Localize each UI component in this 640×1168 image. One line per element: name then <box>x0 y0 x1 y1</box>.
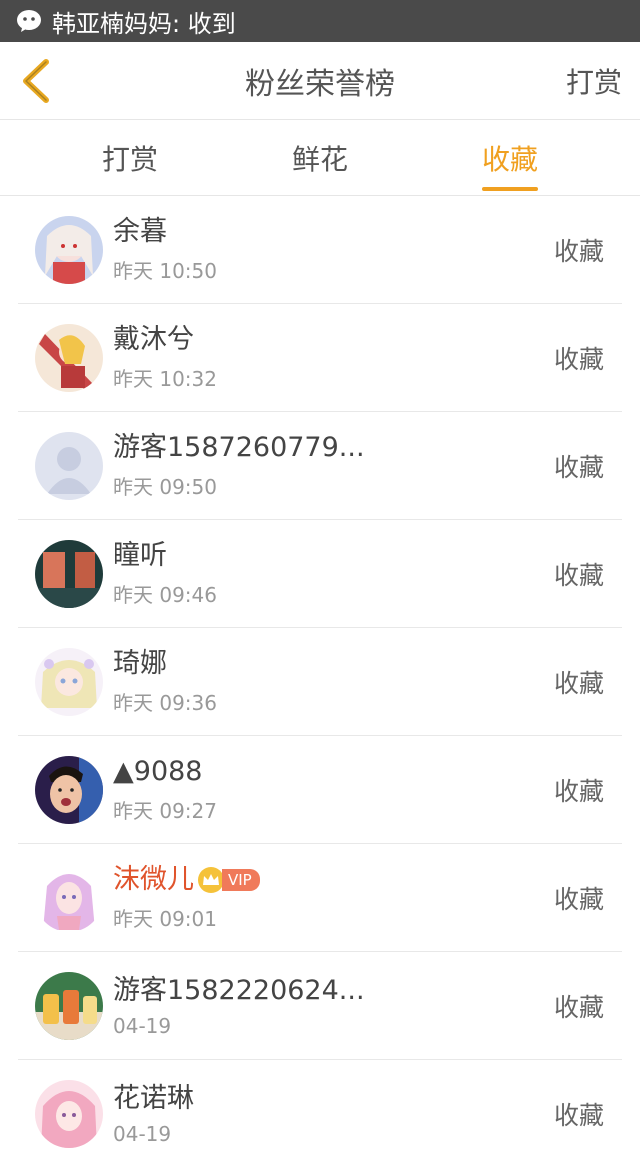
page-title: 粉丝荣誉榜 <box>245 66 395 102</box>
fan-time: 04-19 <box>113 1013 172 1038</box>
list-item[interactable]: 游客1582220624... 04-19 收藏 <box>18 952 622 1060</box>
avatar[interactable] <box>35 755 103 824</box>
wechat-icon <box>14 6 44 36</box>
fan-name-row: 沫微儿 VIP <box>113 863 554 897</box>
avatar[interactable] <box>35 215 103 284</box>
fan-info: 游客1582220624... 04-19 <box>113 974 554 1038</box>
tab-favorites-label: 收藏 <box>481 142 538 176</box>
fan-name: 沫微儿 <box>113 864 194 895</box>
fan-time: 昨天 10:50 <box>113 259 217 283</box>
fan-info: 花诺琳 04-19 <box>113 1082 554 1146</box>
list-item[interactable]: 游客1587260779... 昨天 09:50 收藏 <box>18 412 622 520</box>
fan-time: 昨天 09:50 <box>113 475 217 499</box>
chevron-left-icon <box>23 59 49 103</box>
avatar[interactable] <box>35 323 103 392</box>
list-item[interactable]: 瞳听 昨天 09:46 收藏 <box>18 520 622 628</box>
action-label: 收藏 <box>553 452 604 482</box>
action-label: 收藏 <box>553 668 604 698</box>
fan-time: 昨天 09:01 <box>113 907 217 931</box>
fan-time: 昨天 09:46 <box>113 583 217 607</box>
active-tab-indicator <box>482 187 538 191</box>
tab-reward[interactable]: 打赏 <box>0 120 260 195</box>
notification-text: 韩亚楠妈妈: 收到 <box>52 9 236 38</box>
fan-time: 昨天 10:32 <box>113 367 217 391</box>
list-item[interactable]: 戴沐兮 昨天 10:32 收藏 <box>18 304 622 412</box>
fan-name: 游客1582220624... <box>113 974 365 1006</box>
tab-reward-label: 打赏 <box>101 142 158 176</box>
vip-badge: VIP <box>198 867 260 893</box>
list-item[interactable]: 沫微儿 VIP 昨天 09:01 收藏 <box>18 844 622 952</box>
fan-info: 余暮 昨天 10:50 <box>113 215 554 284</box>
fan-name: 瞳听 <box>113 540 167 571</box>
fan-time: 04-19 <box>113 1122 172 1146</box>
list-item[interactable]: 余暮 昨天 10:50 收藏 <box>18 196 622 304</box>
fan-info: ▲9088 昨天 09:27 <box>113 755 554 824</box>
action-label: 收藏 <box>553 236 604 266</box>
fan-name: 戴沐兮 <box>113 324 194 355</box>
reward-button[interactable]: 打赏 <box>566 42 622 120</box>
action-label: 收藏 <box>553 344 604 374</box>
top-nav-bar: 粉丝荣誉榜 打赏 <box>0 42 640 120</box>
tab-favorites[interactable]: 收藏 <box>380 120 640 195</box>
action-label: 收藏 <box>553 560 604 590</box>
fan-name: 花诺琳 <box>113 1083 194 1114</box>
fan-name: 琦娜 <box>113 648 167 679</box>
list-item[interactable]: ▲9088 昨天 09:27 收藏 <box>18 736 622 844</box>
tab-bar: 打赏 鲜花 收藏 <box>0 120 640 196</box>
fan-info: 瞳听 昨天 09:46 <box>113 539 554 608</box>
fan-info: 琦娜 昨天 09:36 <box>113 647 554 716</box>
tab-flowers[interactable]: 鲜花 <box>260 120 380 195</box>
action-label: 收藏 <box>553 884 604 914</box>
action-label: 收藏 <box>553 1101 604 1130</box>
list-item[interactable]: 琦娜 昨天 09:36 收藏 <box>18 628 622 736</box>
vip-label: VIP <box>222 869 260 891</box>
tab-flowers-label: 鲜花 <box>291 142 348 176</box>
notification-bar: 韩亚楠妈妈: 收到 <box>0 0 640 42</box>
fan-info: 沫微儿 VIP 昨天 09:01 <box>113 863 554 932</box>
avatar[interactable] <box>35 971 103 1040</box>
fan-info: 游客1587260779... 昨天 09:50 <box>113 431 554 500</box>
list-item[interactable]: 花诺琳 04-19 收藏 <box>18 1060 622 1168</box>
avatar[interactable] <box>35 431 103 500</box>
fan-name: ▲9088 <box>113 756 203 787</box>
fan-list: 余暮 昨天 10:50 收藏 戴沐兮 昨天 10:32 收藏 游客1587260… <box>18 196 622 1168</box>
action-label: 收藏 <box>553 776 604 806</box>
back-button[interactable] <box>14 56 58 106</box>
fan-name: 余暮 <box>113 216 167 247</box>
fan-time: 昨天 09:36 <box>113 691 217 715</box>
avatar[interactable] <box>35 863 103 932</box>
avatar[interactable] <box>35 647 103 716</box>
crown-icon <box>198 867 224 893</box>
action-label: 收藏 <box>553 992 604 1022</box>
avatar[interactable] <box>35 539 103 608</box>
fan-name: 游客1587260779... <box>113 432 365 463</box>
fan-time: 昨天 09:27 <box>113 799 217 823</box>
fan-info: 戴沐兮 昨天 10:32 <box>113 323 554 392</box>
